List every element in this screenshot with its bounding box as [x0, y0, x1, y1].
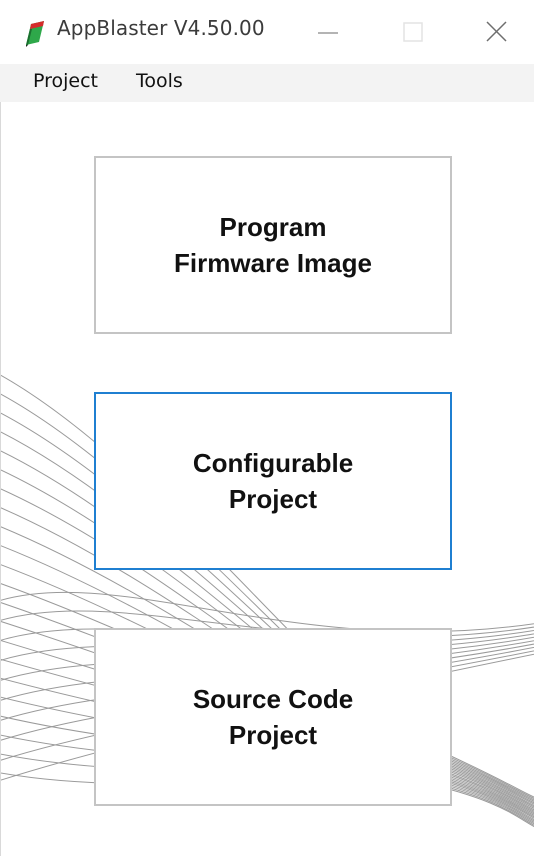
maximize-button[interactable]	[390, 10, 438, 54]
program-firmware-image-label: Program Firmware Image	[174, 209, 372, 281]
configurable-project-label: Configurable Project	[193, 445, 353, 517]
configurable-label-line1: Configurable	[192, 448, 354, 478]
app-window: AppBlaster V4.50.00 Project Tools Progra…	[0, 0, 534, 856]
menu-bar: Project Tools	[0, 64, 534, 102]
close-icon	[486, 21, 507, 42]
maximize-icon	[403, 22, 423, 42]
menu-project[interactable]: Project	[31, 70, 100, 92]
close-button[interactable]	[472, 10, 520, 54]
configurable-project-button[interactable]: Configurable Project	[94, 392, 452, 570]
menu-tools[interactable]: Tools	[134, 70, 185, 92]
minimize-button[interactable]	[304, 10, 352, 54]
configurable-label-line2: Project	[228, 484, 318, 514]
program-firmware-image-button[interactable]: Program Firmware Image	[94, 156, 452, 334]
program-firmware-label-line1: Program	[219, 212, 327, 242]
window-left-border	[0, 102, 1, 856]
source-code-label-line1: Source Code	[192, 684, 354, 714]
window-title: AppBlaster V4.50.00	[57, 16, 265, 40]
app-icon	[26, 21, 44, 47]
source-code-project-button[interactable]: Source Code Project	[94, 628, 452, 806]
source-code-label-line2: Project	[228, 720, 318, 750]
source-code-project-label: Source Code Project	[193, 681, 353, 753]
program-firmware-label-line2: Firmware Image	[174, 248, 372, 278]
minimize-icon	[318, 32, 338, 34]
title-bar[interactable]: AppBlaster V4.50.00	[0, 0, 534, 64]
